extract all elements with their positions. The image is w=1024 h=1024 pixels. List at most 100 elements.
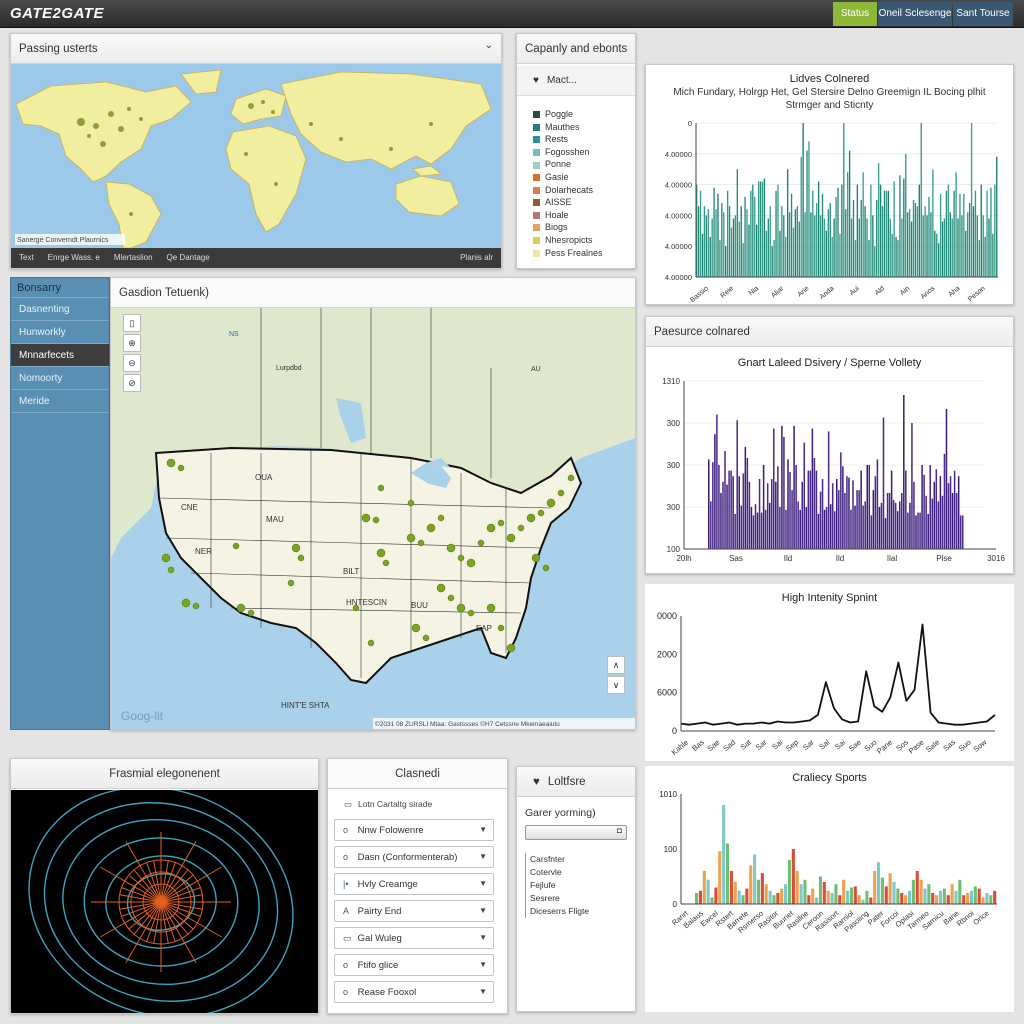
bar: [724, 451, 726, 549]
filter-select[interactable]: o Ftifo glice ▼: [334, 954, 494, 976]
bar: [710, 897, 714, 904]
option-item[interactable]: Diceserrs Fligte: [530, 905, 589, 918]
filter-select[interactable]: o Nnw Folowenre ▼: [334, 819, 494, 841]
bar: [771, 246, 773, 277]
bar: [736, 169, 739, 277]
bar: [733, 882, 737, 904]
bar: [931, 498, 934, 549]
x-tick-label: Peson: [967, 285, 987, 303]
option-item[interactable]: Cotervle: [530, 866, 589, 879]
bar: [738, 221, 740, 277]
bar: [868, 465, 871, 549]
map-tool-button[interactable]: ⊘: [123, 374, 141, 392]
bar: [858, 490, 860, 549]
bar: [974, 190, 977, 277]
map-tool-button[interactable]: ⊖: [123, 354, 141, 372]
footer-item[interactable]: Mlertaslion: [114, 253, 153, 262]
option-item[interactable]: Fejlufe: [530, 879, 589, 892]
chart1-subtitle2: Strmger and Sticnty: [785, 100, 874, 111]
filter-select[interactable]: o Rease Fooxol ▼: [334, 981, 494, 1003]
bar: [759, 181, 762, 277]
x-tick-label: Sai: [833, 737, 847, 751]
bar: [924, 206, 926, 277]
bar: [923, 474, 925, 549]
bar: [905, 153, 907, 277]
map-label: AU: [531, 366, 541, 373]
sidebar-item-meride[interactable]: Meride: [11, 390, 109, 413]
sidebar-item-hunworkly[interactable]: Hunworkly: [11, 321, 109, 344]
bar: [756, 879, 761, 904]
sant-tourse-button[interactable]: Sant Tourse: [953, 2, 1013, 26]
bar: [826, 890, 830, 904]
bar: [907, 512, 909, 549]
bar: [796, 206, 799, 277]
bar: [890, 470, 893, 549]
bar: [977, 888, 981, 904]
legend-subheader[interactable]: ♥ Mact...: [517, 66, 635, 96]
map-label: BUU: [411, 601, 428, 610]
world-map[interactable]: Sanerge Converndt Plaurnics: [11, 64, 501, 248]
options-input[interactable]: ◘: [525, 825, 627, 840]
option-item[interactable]: Carsfnter: [530, 853, 589, 866]
filter-select[interactable]: ▭ Gal Wuleg ▼: [334, 927, 494, 949]
filter-select[interactable]: A Pairty End ▼: [334, 900, 494, 922]
footer-item[interactable]: Qe Dantage: [167, 253, 210, 262]
legend-item: Gasie: [533, 171, 603, 184]
bar: [699, 190, 702, 277]
chevron-down-icon: ▼: [479, 879, 487, 888]
bar: [965, 230, 967, 277]
bar: [708, 459, 710, 549]
bar: [819, 491, 822, 549]
bar: [787, 459, 789, 549]
map-tool-button[interactable]: ⊕: [123, 334, 141, 352]
world-map-attribution: Sanerge Converndt Plaurnics: [17, 237, 109, 244]
sidebar-item-nomoorty[interactable]: Nomoorty: [11, 367, 109, 390]
bar: [923, 888, 927, 904]
bar: [838, 895, 842, 904]
footer-item[interactable]: Text: [19, 253, 34, 262]
bar: [842, 879, 846, 904]
bar: [892, 500, 895, 549]
bar: [907, 212, 909, 277]
bar: [888, 493, 891, 549]
zoom-out-button[interactable]: ∨: [607, 676, 625, 694]
oneil-button[interactable]: Oneil Sclesenge: [878, 2, 952, 26]
x-tick-label: Ald: [874, 285, 886, 297]
bar: [856, 184, 859, 277]
zoom-in-button[interactable]: ∧: [607, 656, 625, 674]
footer-item[interactable]: Enrge Wass. e: [48, 253, 100, 262]
bar: [883, 190, 886, 277]
chart2-panel: Paesurce colnared Gnart Laleed Dsivery /…: [645, 316, 1014, 574]
status-button[interactable]: Status: [833, 2, 877, 26]
bar: [941, 221, 944, 277]
options-panel-title: Loltfsre: [547, 776, 586, 788]
bar: [931, 893, 935, 904]
bar: [821, 479, 824, 549]
filter-select[interactable]: o Dasn (Conformenterab) ▼: [334, 846, 494, 868]
bar: [697, 206, 700, 277]
us-map[interactable]: OUA NER BILT HNTESCIN MAU HINT'E SHTA Lu…: [111, 308, 635, 729]
sidebar-item-dasnenting[interactable]: Dasnenting: [11, 298, 109, 321]
bar: [887, 190, 890, 277]
bar: [808, 141, 810, 277]
map-tool-button[interactable]: ▯: [123, 314, 141, 332]
bar: [947, 483, 950, 549]
bar: [865, 890, 869, 904]
chart4-svg: 10101000RarirtBalausEwcelRstertBarreteRs…: [659, 790, 997, 935]
bar: [794, 209, 797, 277]
chevron-down-icon[interactable]: ⌄: [485, 40, 493, 51]
bar: [833, 511, 836, 549]
x-tick-label: 3016: [987, 554, 1005, 563]
filter-select-label: Nnw Folowenre: [357, 825, 424, 836]
sidebar-item-mnnarfecets[interactable]: Mnnarfecets: [11, 344, 109, 367]
bar: [921, 465, 923, 549]
bar: [791, 490, 793, 549]
bar: [866, 218, 868, 277]
x-tick-label: Ain: [899, 285, 911, 297]
filter-select[interactable]: |• Hvly Creamge ▼: [334, 873, 494, 895]
bar: [732, 476, 734, 549]
bar: [719, 240, 721, 277]
x-tick-label: Pane: [875, 738, 894, 756]
chevron-down-icon: ▼: [479, 933, 487, 942]
option-item[interactable]: Sesrere: [530, 892, 589, 905]
